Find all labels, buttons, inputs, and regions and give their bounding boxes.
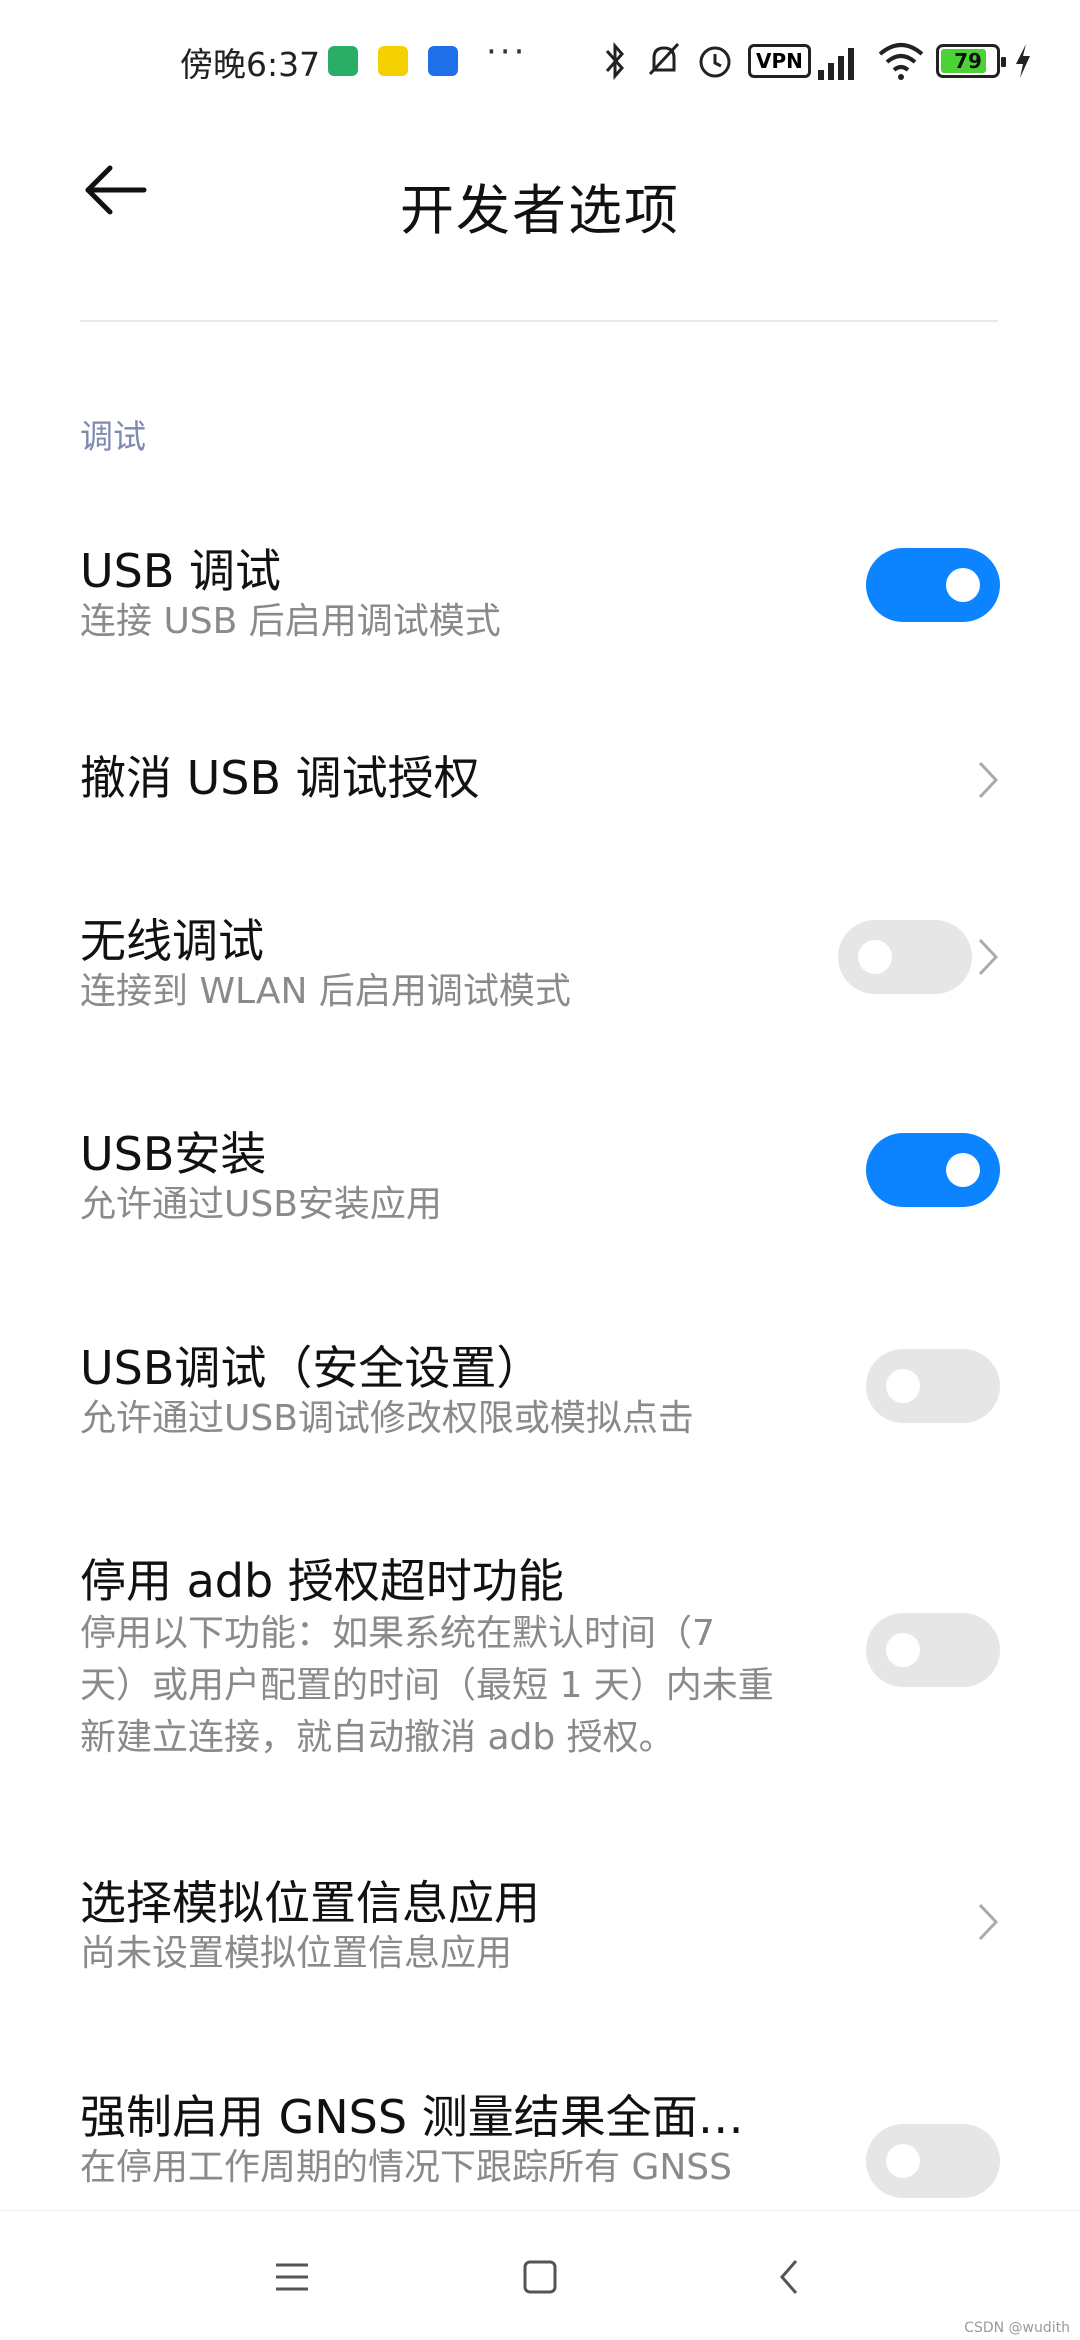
menu-icon[interactable] [262, 2247, 322, 2307]
usb-debugging-security-toggle[interactable] [866, 1349, 1000, 1423]
setting-subtitle: 在停用工作周期的情况下跟踪所有 GNSS [80, 2147, 732, 2188]
setting-usb-install[interactable]: USB安装 允许通过USB安装应用 [0, 1103, 1080, 1263]
setting-subtitle-line-1: 停用以下功能：如果系统在默认时间（7 [80, 1613, 715, 1654]
setting-force-gnss[interactable]: 强制启用 GNSS 测量结果全面… 在停用工作周期的情况下跟踪所有 GNSS [0, 2066, 1080, 2210]
disable-adb-auth-timeout-toggle[interactable] [866, 1613, 1000, 1687]
hd-signal-icon [818, 48, 854, 80]
wifi-icon [878, 43, 924, 80]
vpn-icon: VPN [748, 44, 811, 78]
setting-mock-location-app[interactable]: 选择模拟位置信息应用 尚未设置模拟位置信息应用 [0, 1852, 1080, 2012]
setting-subtitle: 连接到 WLAN 后启用调试模式 [80, 971, 571, 1012]
setting-usb-debugging[interactable]: USB 调试 连接 USB 后启用调试模式 [0, 520, 1080, 690]
setting-subtitle: 尚未设置模拟位置信息应用 [80, 1933, 513, 1974]
notes-app-icon [378, 46, 408, 76]
usb-debugging-toggle[interactable] [866, 548, 1000, 622]
chevron-right-icon [978, 1903, 999, 1941]
more-notifications-icon: ··· [486, 32, 528, 72]
setting-title: USB 调试 [80, 544, 282, 598]
setting-wireless-debugging[interactable]: 无线调试 连接到 WLAN 后启用调试模式 [0, 890, 1080, 1050]
navigation-bar: CSDN @wudith [0, 2210, 1080, 2340]
alarm-icon [699, 46, 731, 78]
watermark: CSDN @wudith [964, 2320, 1070, 2336]
bluetooth-icon [605, 42, 624, 80]
force-gnss-toggle[interactable] [866, 2124, 1000, 2198]
setting-title: USB安装 [80, 1127, 267, 1181]
chevron-right-icon [978, 761, 999, 799]
charging-icon [1016, 44, 1030, 78]
setting-title: 强制启用 GNSS 测量结果全面… [80, 2090, 744, 2144]
setting-usb-debugging-security[interactable]: USB调试（安全设置） 允许通过USB调试修改权限或模拟点击 [0, 1317, 1080, 1477]
setting-title: 选择模拟位置信息应用 [80, 1876, 540, 1930]
status-time: 傍晚6:37 [180, 45, 321, 84]
usb-install-toggle[interactable] [866, 1133, 1000, 1207]
setting-subtitle: 允许通过USB安装应用 [80, 1184, 442, 1225]
setting-title: 撤消 USB 调试授权 [80, 751, 480, 805]
mute-icon [648, 42, 680, 76]
setting-subtitle-line-2: 天）或用户配置的时间（最短 1 天）内未重 [80, 1665, 774, 1706]
setting-subtitle: 连接 USB 后启用调试模式 [80, 601, 501, 642]
home-icon[interactable] [510, 2247, 570, 2307]
wireless-debugging-toggle[interactable] [838, 920, 972, 994]
setting-title: USB调试（安全设置） [80, 1341, 543, 1395]
divider [80, 320, 998, 322]
back-icon[interactable] [760, 2247, 820, 2307]
setting-subtitle: 允许通过USB调试修改权限或模拟点击 [80, 1398, 694, 1439]
page-title: 开发者选项 [400, 179, 680, 242]
status-bar: 傍晚6:37 ··· VPN 79 [0, 0, 1080, 120]
setting-subtitle-line-3: 新建立连接，就自动撤消 adb 授权。 [80, 1717, 675, 1758]
setting-revoke-usb-auth[interactable]: 撤消 USB 调试授权 [0, 730, 1080, 840]
setting-title: 无线调试 [80, 914, 264, 968]
battery-level: 79 [954, 49, 982, 73]
chevron-right-icon [978, 938, 999, 976]
header: 开发者选项 [0, 120, 1080, 320]
section-title: 调试 [80, 417, 146, 456]
battery-icon: 79 [936, 44, 1006, 78]
blue-app-icon [428, 46, 458, 76]
setting-disable-adb-auth-timeout[interactable]: 停用 adb 授权超时功能 停用以下功能：如果系统在默认时间（7 天）或用户配置… [0, 1530, 1080, 1780]
setting-title: 停用 adb 授权超时功能 [80, 1554, 564, 1608]
wechat-icon [328, 46, 358, 76]
